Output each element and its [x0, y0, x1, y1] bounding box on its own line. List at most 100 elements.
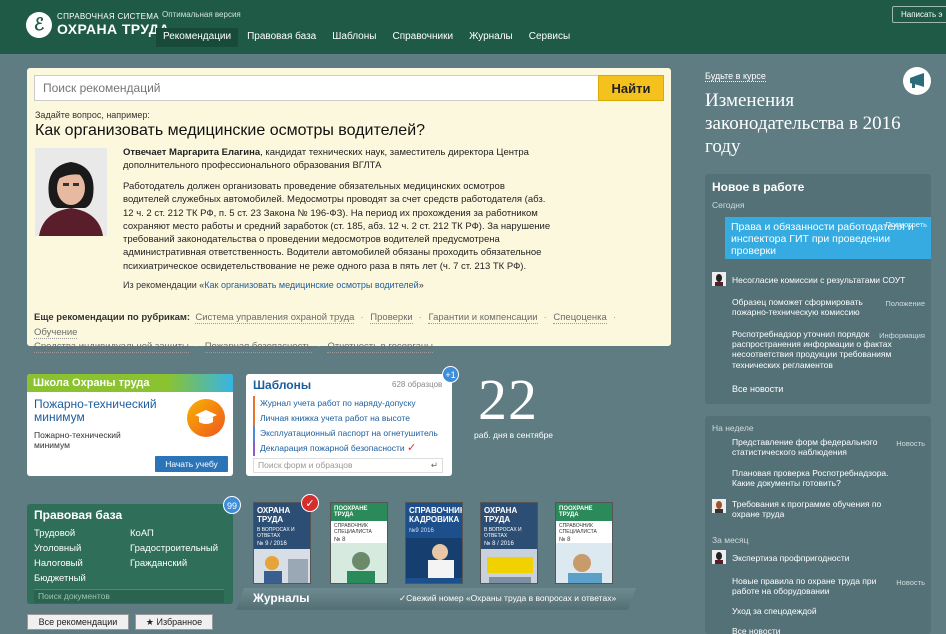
news-tag: Новость	[896, 578, 925, 587]
author-name: Отвечает Маргарита Елагина	[123, 147, 261, 158]
code-link[interactable]: КоАП	[130, 528, 154, 539]
templates-search-input[interactable]: Поиск форм и образцов ↵	[253, 458, 443, 473]
journals-label[interactable]: Журналы	[253, 591, 309, 605]
templates-list: Журнал учета работ по наряду-допуску Лич…	[253, 396, 443, 456]
journal-checkmark-icon: ✓	[301, 494, 319, 512]
avatar	[712, 272, 726, 286]
rubrics-label: Еще рекомендации по рубрикам:	[34, 312, 191, 323]
news-item[interactable]: Уход за спецодеждой	[732, 606, 892, 616]
template-item[interactable]: Эксплуатационный паспорт на огнетушитель	[253, 426, 443, 441]
rubric-link[interactable]: Спецоценка	[553, 312, 607, 324]
search-input[interactable]	[34, 75, 600, 101]
question-title[interactable]: Как организовать медицинские осмотры вод…	[35, 122, 425, 140]
main-nav: Рекомендации Правовая база Шаблоны Справ…	[156, 28, 579, 47]
news-highlight[interactable]: Права и обязанности работодателя и инспе…	[725, 217, 931, 259]
all-news-link[interactable]: Все новости	[732, 384, 783, 394]
news-item[interactable]: Новые правила по охране труда при работе…	[732, 576, 892, 596]
template-item[interactable]: Личная книжка учета работ на высоте	[253, 411, 443, 426]
news-item[interactable]: Роспотребнадзор уточнил порядок распрост…	[732, 329, 892, 370]
workdays-number: 22	[478, 367, 538, 432]
stay-informed-link[interactable]: Будьте в курсе	[705, 71, 766, 82]
templates-badge: +1	[442, 366, 459, 383]
news-title: Новое в работе	[712, 180, 805, 194]
rubric-link[interactable]: Гарантии и компенсации	[428, 312, 538, 324]
nav-services[interactable]: Сервисы	[522, 28, 577, 47]
rubric-link[interactable]: Обучение	[34, 326, 78, 339]
code-link[interactable]: Бюджетный	[34, 573, 86, 584]
favorites-button[interactable]: ★ Избранное	[135, 614, 213, 630]
templates-count: 628 образцов	[392, 380, 443, 389]
templates-title[interactable]: Шаблоны	[253, 378, 311, 392]
template-item[interactable]: Декларация пожарной безопасности ✓	[253, 441, 443, 456]
template-item[interactable]: Журнал учета работ по наряду-допуску	[253, 396, 443, 411]
legal-base-card: Правовая база 99 Трудовой КоАП Уголовный…	[27, 496, 241, 604]
rubric-link[interactable]: Проверки	[370, 312, 413, 324]
code-link[interactable]: Налоговый	[34, 558, 83, 569]
recommendation-panel: Найти Задайте вопрос, например: Как орга…	[27, 68, 671, 354]
rubrics: Еще рекомендации по рубрикам: Система уп…	[34, 312, 616, 354]
school-course-subtitle: Пожарно-технический минимум	[34, 430, 121, 451]
nav-journals[interactable]: Журналы	[462, 28, 520, 47]
answer-text: Работодатель должен организовать проведе…	[123, 181, 551, 272]
news-item[interactable]: Образец поможет сформировать пожарно-тех…	[732, 297, 892, 317]
rubric-link[interactable]: Система управления охраной труда	[195, 312, 355, 324]
week-news-panel: На неделе Представление форм федеральног…	[705, 416, 931, 634]
enter-icon: ↵	[430, 460, 438, 470]
nav-legal-base[interactable]: Правовая база	[240, 28, 323, 47]
news-item[interactable]: Несогласие комиссии с результатами СОУТ	[732, 275, 924, 285]
all-news-link[interactable]: Все новости	[732, 626, 892, 634]
news-item[interactable]: Представление форм федерального статисти…	[732, 437, 892, 457]
write-button[interactable]: Написать э	[892, 6, 946, 23]
megaphone-icon[interactable]	[903, 67, 931, 95]
news-item[interactable]: Требования к программе обучения по охран…	[732, 499, 892, 519]
graduation-cap-icon	[187, 399, 225, 437]
code-link[interactable]: Градостроительный	[130, 543, 218, 554]
news-tag: Положение	[885, 299, 925, 308]
rubric-link[interactable]: Отчетность в госорганы	[327, 341, 433, 354]
checkmark-icon: ✓	[407, 442, 417, 454]
news-item[interactable]: Плановая проверка Роспотребнадзора. Каки…	[732, 468, 892, 488]
version-label[interactable]: Оптимальная версия	[162, 10, 241, 19]
fresh-issue-link[interactable]: ✓Свежий номер «Охраны труда в вопросах и…	[399, 593, 616, 604]
templates-card: Шаблоны 628 образцов +1 Журнал учета раб…	[246, 366, 459, 476]
school-card[interactable]: Школа Охраны труда Пожарно-технический м…	[27, 374, 233, 476]
journal-cover[interactable]: ПООХРАНЕ ТРУДА СПРАВОЧНИК СПЕЦИАЛИСТА № …	[555, 502, 613, 584]
code-link[interactable]: Гражданский	[130, 558, 187, 569]
view-tag: Посмотреть	[885, 220, 927, 229]
logo-line2: ОХРАНА ТРУДА	[57, 20, 170, 37]
code-link[interactable]: Уголовный	[34, 543, 81, 554]
source-line: Из рекомендации «Как организовать медици…	[123, 280, 424, 290]
week-label: На неделе	[712, 423, 754, 433]
avatar	[712, 499, 726, 513]
logo[interactable]: ℰ СПРАВОЧНАЯ СИСТЕМА ОХРАНА ТРУДА	[26, 12, 170, 38]
news-item[interactable]: Экспертиза профпригодности	[732, 553, 892, 563]
documents-search-input[interactable]: Поиск документов	[34, 589, 224, 603]
news-tag: Информация	[879, 331, 925, 340]
search-button[interactable]: Найти	[598, 75, 664, 101]
journal-cover[interactable]: ПООХРАНЕ ТРУДА СПРАВОЧНИК СПЕЦИАЛИСТА № …	[330, 502, 388, 584]
all-recommendations-button[interactable]: Все рекомендации	[27, 614, 129, 630]
school-header-stripe	[167, 374, 233, 392]
start-learning-button[interactable]: Начать учебу	[155, 456, 228, 472]
journal-cover[interactable]: ОХРАНА ТРУДА В ВОПРОСАХ И ОТВЕТАХ № 9 / …	[253, 502, 311, 584]
nav-references[interactable]: Справочники	[385, 28, 460, 47]
nav-recommendations[interactable]: Рекомендации	[156, 28, 239, 47]
workdays-caption: раб. дня в сентябре	[474, 430, 554, 440]
legal-base-title[interactable]: Правовая база	[34, 508, 122, 522]
rubric-link[interactable]: Пожарная безопасность	[204, 341, 312, 354]
ask-hint: Задайте вопрос, например:	[35, 110, 150, 120]
news-tag: Новость	[896, 439, 925, 448]
nav-templates[interactable]: Шаблоны	[325, 28, 383, 47]
journal-cover[interactable]: СПРАВОЧНИК КАДРОВИКА №9 2016	[405, 502, 463, 584]
legal-base-badge: 99	[223, 496, 241, 514]
journal-cover[interactable]: ОХРАНА ТРУДА В ВОПРОСАХ И ОТВЕТАХ № 8 / …	[480, 502, 538, 584]
law-changes-headline[interactable]: Изменения законодательства в 2016 году	[705, 90, 905, 158]
school-course-title[interactable]: Пожарно-технический минимум	[34, 397, 174, 424]
code-link[interactable]: Трудовой	[34, 528, 75, 539]
source-link[interactable]: Как организовать медицинские осмотры вод…	[204, 280, 418, 290]
logo-icon: ℰ	[26, 12, 52, 38]
expert-photo	[35, 148, 107, 236]
month-label: За месяц	[712, 535, 749, 545]
avatar	[712, 550, 726, 564]
rubric-link[interactable]: Средства индивидуальной защиты	[34, 341, 189, 354]
